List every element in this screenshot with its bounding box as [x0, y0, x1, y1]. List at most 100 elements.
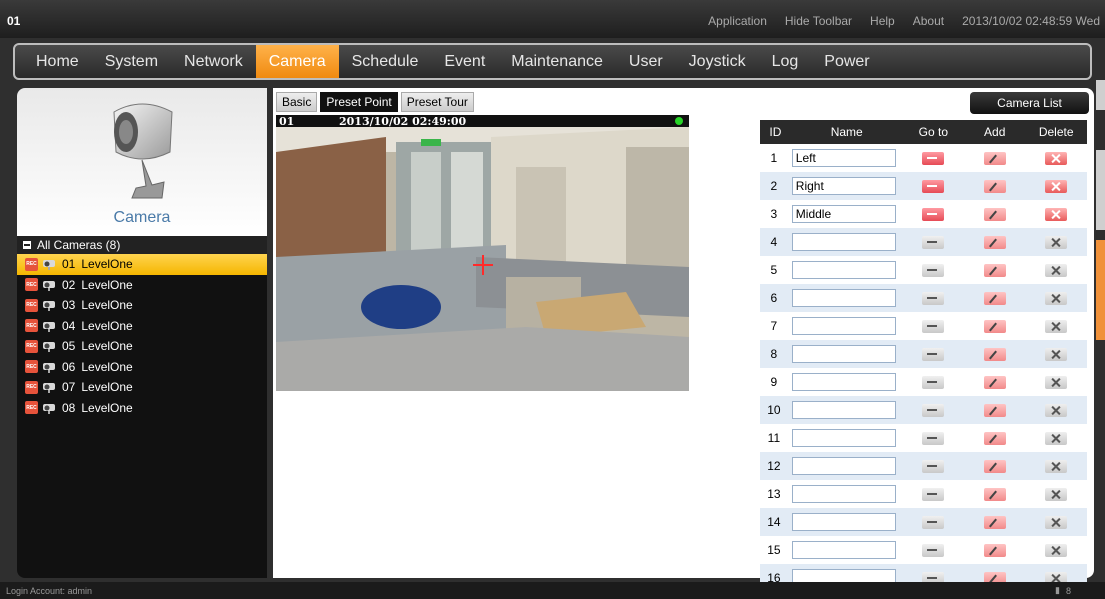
nav-event[interactable]: Event — [431, 45, 498, 78]
preset-name-input[interactable] — [791, 541, 896, 559]
delete-button[interactable] — [1045, 516, 1068, 530]
goto-button[interactable] — [922, 236, 945, 250]
preset-name-input[interactable] — [791, 401, 896, 419]
delete-button[interactable] — [1045, 404, 1068, 418]
add-button[interactable] — [983, 376, 1006, 390]
camera-item[interactable]: REC 01 LevelOne — [17, 254, 267, 275]
delete-button[interactable] — [1045, 460, 1068, 474]
menu-hide-toolbar[interactable]: Hide Toolbar — [785, 14, 852, 28]
preset-name-input[interactable] — [791, 289, 896, 307]
nav-schedule[interactable]: Schedule — [339, 45, 432, 78]
camera-item[interactable]: REC 02 LevelOne — [17, 275, 267, 296]
goto-cell — [902, 536, 965, 564]
add-button[interactable] — [983, 404, 1006, 418]
add-button[interactable] — [983, 264, 1006, 278]
video-preview[interactable]: 01 2013/10/02 02:49:00 — [276, 115, 689, 391]
delete-button[interactable] — [1045, 208, 1068, 222]
nav-camera[interactable]: Camera — [255, 45, 339, 78]
delete-button[interactable] — [1045, 292, 1068, 306]
preset-name-input[interactable] — [791, 205, 896, 223]
preset-name-input[interactable] — [791, 373, 896, 391]
menu-application[interactable]: Application — [708, 14, 767, 28]
preset-name-input[interactable] — [791, 149, 896, 167]
camera-item[interactable]: REC 05 LevelOne — [17, 336, 267, 357]
add-button[interactable] — [983, 152, 1006, 166]
goto-button[interactable] — [922, 544, 945, 558]
preset-name-input[interactable] — [791, 429, 896, 447]
delete-button[interactable] — [1045, 180, 1068, 194]
delete-button[interactable] — [1045, 488, 1068, 502]
camera-item[interactable]: REC 06 LevelOne — [17, 357, 267, 378]
camera-item[interactable]: REC 04 LevelOne — [17, 316, 267, 337]
camera-item[interactable]: REC 07 LevelOne — [17, 377, 267, 398]
delete-button[interactable] — [1045, 544, 1068, 558]
delete-button[interactable] — [1045, 348, 1068, 362]
tree-header-all-cameras[interactable]: All Cameras (8) — [17, 236, 267, 254]
camera-list-button[interactable]: Camera List — [970, 92, 1089, 114]
delete-cell — [1025, 144, 1087, 172]
delete-button[interactable] — [1045, 376, 1068, 390]
goto-button[interactable] — [922, 208, 945, 222]
goto-button[interactable] — [922, 152, 945, 166]
goto-button[interactable] — [922, 432, 945, 446]
camera-name: LevelOne — [81, 339, 133, 354]
nav-user[interactable]: User — [616, 45, 676, 78]
goto-button[interactable] — [922, 180, 945, 194]
camera-item[interactable]: REC 03 LevelOne — [17, 295, 267, 316]
add-cell — [964, 340, 1026, 368]
goto-button[interactable] — [922, 516, 945, 530]
delete-button[interactable] — [1045, 264, 1068, 278]
preset-name-input[interactable] — [791, 261, 896, 279]
add-button[interactable] — [983, 236, 1006, 250]
nav-power[interactable]: Power — [811, 45, 882, 78]
goto-button[interactable] — [922, 488, 945, 502]
nav-log[interactable]: Log — [759, 45, 812, 78]
main-nav: Home System Network Camera Schedule Even… — [13, 43, 1092, 80]
side-tab-live[interactable] — [1096, 80, 1105, 110]
tab-basic[interactable]: Basic — [276, 92, 318, 112]
preset-name-input[interactable] — [791, 233, 896, 251]
tab-preset-point[interactable]: Preset Point — [320, 92, 398, 112]
add-button[interactable] — [983, 348, 1006, 362]
nav-joystick[interactable]: Joystick — [676, 45, 759, 78]
preset-name-input[interactable] — [791, 177, 896, 195]
goto-button[interactable] — [922, 264, 945, 278]
nav-maintenance[interactable]: Maintenance — [498, 45, 616, 78]
delete-button[interactable] — [1045, 236, 1068, 250]
nav-system[interactable]: System — [92, 45, 171, 78]
preset-name-input[interactable] — [791, 513, 896, 531]
side-tab-playback[interactable] — [1096, 150, 1105, 230]
nav-network[interactable]: Network — [171, 45, 256, 78]
add-button[interactable] — [983, 544, 1006, 558]
add-button[interactable] — [983, 516, 1006, 530]
camera-icon — [43, 342, 55, 353]
add-button[interactable] — [983, 292, 1006, 306]
preset-name-input[interactable] — [791, 317, 896, 335]
add-button[interactable] — [983, 320, 1006, 334]
delete-button[interactable] — [1045, 320, 1068, 334]
goto-button[interactable] — [922, 320, 945, 334]
menu-about[interactable]: About — [913, 14, 944, 28]
goto-button[interactable] — [922, 376, 945, 390]
add-button[interactable] — [983, 180, 1006, 194]
add-button[interactable] — [983, 432, 1006, 446]
preset-name-input[interactable] — [791, 457, 896, 475]
goto-button[interactable] — [922, 348, 945, 362]
preset-row: 9 — [760, 368, 1087, 396]
delete-button[interactable] — [1045, 152, 1068, 166]
collapse-icon[interactable] — [23, 241, 31, 249]
goto-button[interactable] — [922, 292, 945, 306]
add-button[interactable] — [983, 208, 1006, 222]
camera-item[interactable]: REC 08 LevelOne — [17, 398, 267, 419]
goto-button[interactable] — [922, 404, 945, 418]
preset-name-input[interactable] — [791, 485, 896, 503]
add-button[interactable] — [983, 460, 1006, 474]
goto-button[interactable] — [922, 460, 945, 474]
menu-help[interactable]: Help — [870, 14, 895, 28]
add-button[interactable] — [983, 488, 1006, 502]
nav-home[interactable]: Home — [23, 45, 92, 78]
side-tab-setup[interactable] — [1096, 240, 1105, 340]
preset-name-input[interactable] — [791, 345, 896, 363]
delete-button[interactable] — [1045, 432, 1068, 446]
tab-preset-tour[interactable]: Preset Tour — [400, 92, 474, 112]
